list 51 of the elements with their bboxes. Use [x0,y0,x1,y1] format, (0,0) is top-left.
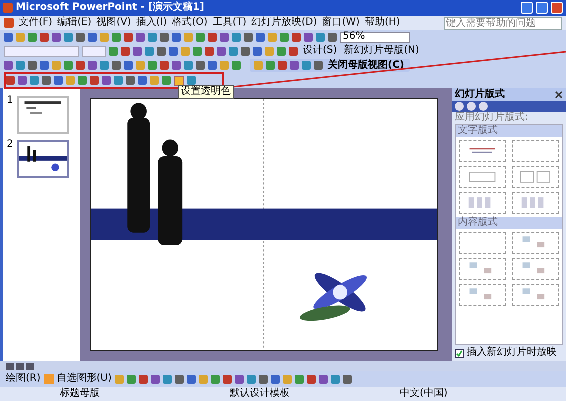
menu-item[interactable]: 工具(T) [212,18,247,28]
menu-item[interactable]: 视图(V) [96,18,132,28]
layout-thumbnail[interactable] [459,140,506,162]
document-icon [4,18,14,28]
slide-number: 1 [7,96,14,106]
task-pane-title: 幻灯片版式 [455,90,506,100]
checkbox[interactable] [455,348,464,358]
menu-item[interactable]: 帮助(H) [364,18,400,28]
help-search-field[interactable]: 键入需要帮助的问题 [444,16,562,30]
status-text: 默认设计模板 [230,389,290,399]
layout-thumbnail[interactable] [459,192,506,214]
checkbox-label: 插入新幻灯片时放映 [467,348,557,358]
slide-number: 2 [7,140,14,150]
maximize-button[interactable] [536,2,548,14]
autoshapes-button[interactable]: 自选图形(U) [56,374,112,384]
menu-item[interactable]: 插入(I) [136,18,168,28]
layout-thumbnail[interactable] [459,284,506,306]
set-transparent-color-icon[interactable] [174,76,184,86]
slide-thumbnail[interactable] [17,96,69,134]
font-size-field[interactable] [82,46,106,56]
menu-item[interactable]: 编辑(E) [58,18,92,28]
close-master-view-button[interactable]: 关闭母版视图(C) [326,60,406,70]
window-title: Microsoft PowerPoint - [演示文稿1] [16,3,204,13]
toolbar-button[interactable]: 新幻灯片母版(N) [342,46,422,56]
layout-thumbnail[interactable] [512,166,559,188]
layout-thumbnail[interactable] [459,258,506,280]
status-text: 中文(中国) [400,389,448,399]
layout-thumbnail[interactable] [512,192,559,214]
menu-item[interactable]: 格式(O) [172,18,208,28]
menu-item[interactable]: 文件(F) [19,18,53,28]
toolbar-button[interactable]: 设计(S) [301,46,340,56]
apply-layout-label: 应用幻灯片版式: [454,112,530,124]
tooltip: 设置透明色 [178,85,234,99]
menu-item[interactable]: 窗口(W) [322,18,360,28]
draw-menu-button[interactable]: 绘图(R) [6,374,41,384]
slide-thumbnail[interactable] [17,140,69,178]
layout-thumbnail[interactable] [512,258,559,280]
minimize-button[interactable] [521,2,533,14]
close-button[interactable] [551,2,563,14]
layout-thumbnail[interactable] [512,140,559,162]
app-icon [3,3,13,13]
zoom-field[interactable]: 56% [340,32,410,42]
font-field[interactable] [4,46,79,56]
menu-item[interactable]: 幻灯片放映(D) [252,18,318,28]
layout-thumbnail[interactable] [512,232,559,254]
layout-thumbnail[interactable] [459,166,506,188]
status-text: 标题母版 [60,389,100,399]
layout-thumbnail[interactable] [459,232,506,254]
section-header: 内容版式 [456,217,562,229]
close-icon[interactable] [555,90,563,98]
layout-thumbnail[interactable] [512,284,559,306]
